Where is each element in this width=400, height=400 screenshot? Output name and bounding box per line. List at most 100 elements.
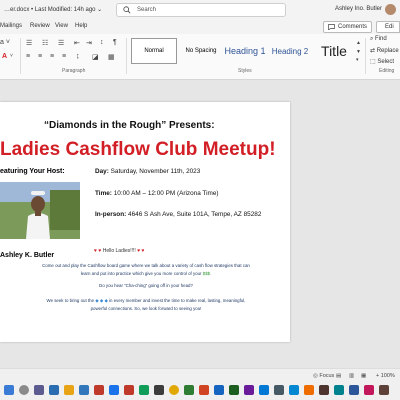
start-icon[interactable] <box>4 385 14 395</box>
app-icon[interactable] <box>289 385 299 395</box>
word-icon[interactable] <box>349 385 359 395</box>
heart-icon: ♥ ♥ <box>94 248 102 254</box>
decrease-indent-icon[interactable]: ⇤ <box>74 39 80 47</box>
style-title[interactable]: Title <box>314 38 354 64</box>
day-label: Day: <box>95 168 109 175</box>
styles-more-icon[interactable]: ▾ <box>356 57 359 63</box>
event-day: Day: Saturday, November 11th, 2023 <box>95 168 200 175</box>
style-heading-1[interactable]: Heading 1 <box>222 38 268 64</box>
styles-scroll-down-icon[interactable]: ▼ <box>356 49 361 55</box>
app-icon[interactable] <box>229 385 239 395</box>
app-icon[interactable] <box>109 385 119 395</box>
app-icon[interactable] <box>304 385 314 395</box>
app-icon[interactable] <box>49 385 59 395</box>
focus-button[interactable]: ◎ Focus <box>313 373 334 379</box>
menu-review[interactable]: Review <box>30 23 50 29</box>
app-icon[interactable] <box>244 385 254 395</box>
host-name: Ashley K. Butler <box>0 252 55 259</box>
search-placeholder: Search <box>137 7 157 13</box>
task-view-icon[interactable] <box>34 385 44 395</box>
align-left-icon[interactable]: ≡ <box>26 53 30 60</box>
title-bar: …er.docx • Last Modified: 14h ago ⌄ Sear… <box>0 0 400 20</box>
body-3b: in every member and invest the time to m… <box>109 298 246 303</box>
multilevel-list-icon[interactable]: ☰ <box>58 39 64 47</box>
print-layout-icon[interactable]: ▥ <box>349 373 354 379</box>
powerpoint-icon[interactable] <box>199 385 209 395</box>
line-spacing-icon[interactable]: ↨ <box>76 53 80 60</box>
body-paragraph-2: Do you hear “Cha-ching” going off in you… <box>99 283 193 288</box>
align-right-icon[interactable]: ≡ <box>50 53 54 60</box>
money-text: $$$. <box>202 270 212 276</box>
menu-mailings[interactable]: Mailings <box>0 23 22 29</box>
edge-icon[interactable] <box>79 385 89 395</box>
hello-line: ♥ ♥ Hello Ladies!!!! ♥ ♥ <box>94 248 145 254</box>
select-button[interactable]: ⬚ Select <box>370 58 394 65</box>
app-icon[interactable] <box>274 385 284 395</box>
heart-icon: ♥ ♥ <box>137 248 145 254</box>
comments-label: Comments <box>337 24 367 30</box>
featuring-label: eaturing Your Host: <box>0 168 65 175</box>
search-box[interactable]: Search <box>116 3 286 17</box>
sort-icon[interactable]: ↕ <box>100 39 104 46</box>
increase-indent-icon[interactable]: ⇥ <box>86 39 92 47</box>
find-button[interactable]: ⌕ Find <box>370 36 387 43</box>
chrome-icon[interactable] <box>169 385 179 395</box>
align-center-icon[interactable]: ≡ <box>38 53 42 60</box>
excel-icon[interactable] <box>184 385 194 395</box>
app-icon[interactable] <box>364 385 374 395</box>
ribbon-divider <box>126 38 127 74</box>
font-size-decrease-icon[interactable]: a ˅ <box>0 39 10 46</box>
app-icon[interactable] <box>154 385 164 395</box>
editing-mode-button[interactable]: Edi <box>376 21 400 33</box>
app-icon[interactable] <box>319 385 329 395</box>
diamond-icon: ◆ ◆ ◆ <box>95 298 108 303</box>
document-page[interactable]: “Diamonds in the Rough” Presents: Ladies… <box>0 102 290 342</box>
zoom-level[interactable]: + 100% <box>376 373 395 379</box>
presents-line: “Diamonds in the Rough” Presents: <box>44 120 215 131</box>
comments-button[interactable]: Comments <box>322 21 372 33</box>
replace-button[interactable]: ⇄ Replace <box>370 47 399 54</box>
outlook-icon[interactable] <box>259 385 269 395</box>
shading-icon[interactable]: ◪ <box>92 53 99 61</box>
menu-help[interactable]: Help <box>75 23 87 29</box>
style-no-spacing[interactable]: No Spacing <box>181 38 221 64</box>
font-color-dropdown-icon[interactable]: ˅ <box>10 53 13 59</box>
justify-icon[interactable]: ≡ <box>62 53 66 60</box>
app-icon[interactable] <box>379 385 389 395</box>
avatar[interactable] <box>385 4 396 15</box>
time-value: 10:00 AM – 12:00 PM (Arizona Time) <box>113 190 219 197</box>
menu-bar: Mailings Review View Help Comments Edi <box>0 20 400 34</box>
hello-text: Hello Ladies!!!! <box>102 248 136 254</box>
location-label: In-person: <box>95 211 127 218</box>
file-explorer-icon[interactable] <box>64 385 74 395</box>
font-color-icon[interactable]: A <box>2 53 7 60</box>
show-formatting-icon[interactable]: ¶ <box>113 39 117 46</box>
location-value: 4646 S Ash Ave, Suite 101A, Tempe, AZ 85… <box>128 211 262 218</box>
focus-label: Focus <box>319 373 335 379</box>
numbering-icon[interactable]: ☷ <box>42 39 48 47</box>
document-canvas[interactable]: “Diamonds in the Rough” Presents: Ladies… <box>0 80 400 368</box>
body-paragraph-3: We seek to bring out the ◆ ◆ ◆ in every … <box>8 297 284 312</box>
host-photo[interactable] <box>0 182 80 239</box>
style-normal[interactable]: Normal <box>131 38 177 64</box>
day-value: Saturday, November 11th, 2023 <box>110 168 201 175</box>
read-mode-icon[interactable]: ▤ <box>336 373 341 379</box>
styles-scroll-up-icon[interactable]: ▲ <box>356 40 361 46</box>
time-label: Time: <box>95 190 112 197</box>
app-icon[interactable] <box>334 385 344 395</box>
user-name[interactable]: Ashley Ino. Butler <box>335 6 382 12</box>
app-icon[interactable] <box>139 385 149 395</box>
document-title[interactable]: …er.docx • Last Modified: 14h ago ⌄ <box>4 6 102 13</box>
group-label-styles: Styles <box>238 68 252 74</box>
app-icon[interactable] <box>124 385 134 395</box>
borders-icon[interactable]: ▦ <box>108 53 115 61</box>
menu-view[interactable]: View <box>55 23 68 29</box>
style-heading-2[interactable]: Heading 2 <box>270 38 310 64</box>
web-layout-icon[interactable]: ▦ <box>361 373 366 379</box>
taskbar: ◎ Focus ▤ ▥ ▦ + 100% <box>0 368 400 400</box>
word-icon[interactable] <box>214 385 224 395</box>
app-icon[interactable] <box>94 385 104 395</box>
bullets-icon[interactable]: ☰ <box>26 39 32 47</box>
comment-icon <box>328 24 335 30</box>
search-taskbar-icon[interactable] <box>19 385 29 395</box>
